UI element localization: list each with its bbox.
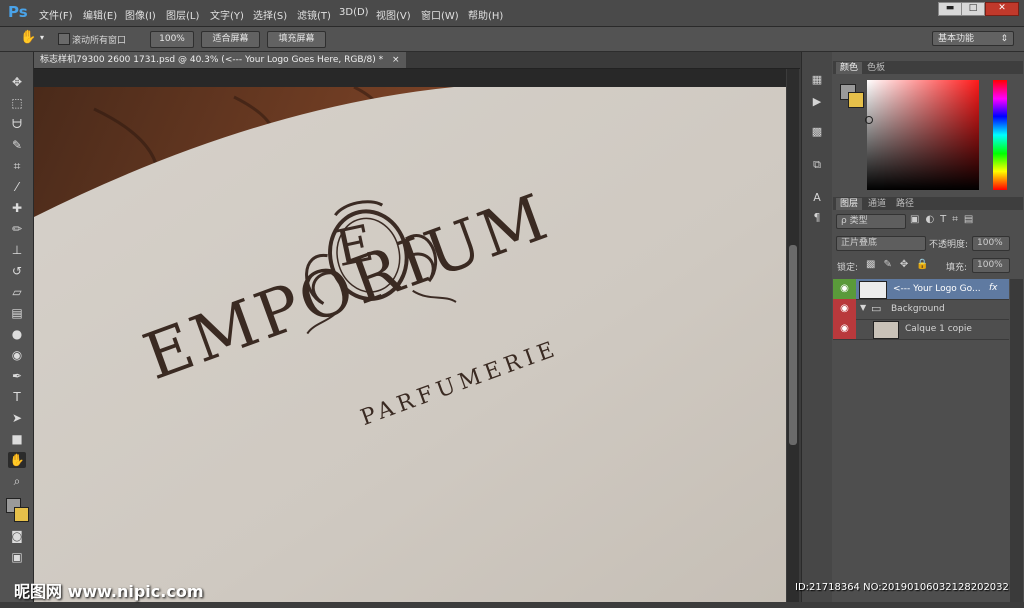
menu-view[interactable]: 视图(V) <box>376 7 411 22</box>
path-select-tool-icon[interactable]: ➤ <box>8 410 26 426</box>
layer-thumbnail <box>873 321 899 339</box>
document-tab-close-icon[interactable]: × <box>392 55 400 65</box>
menu-layer[interactable]: 图层(L) <box>166 7 199 22</box>
clone-stamp-tool-icon[interactable]: ⊥ <box>8 242 26 258</box>
color-picker-cursor <box>865 116 873 124</box>
scroll-all-windows-label: 滚动所有窗口 <box>72 36 127 46</box>
scroll-all-windows-checkbox[interactable] <box>58 33 70 45</box>
vertical-scrollbar-thumb[interactable] <box>789 245 797 445</box>
lasso-tool-icon[interactable]: ᗨ <box>8 116 26 132</box>
menu-select[interactable]: 选择(S) <box>253 7 287 22</box>
move-tool-icon[interactable]: ✥ <box>8 74 26 90</box>
shape-tool-icon[interactable]: ■ <box>8 431 26 447</box>
layer-effects-icon[interactable]: fx <box>989 283 998 293</box>
gradient-tool-icon[interactable]: ▤ <box>8 305 26 321</box>
history-panel-icon[interactable]: ▦ <box>809 72 825 88</box>
eyedropper-tool-icon[interactable]: ⁄ <box>8 179 26 195</box>
tool-preset-chevron-down-icon[interactable]: ▾ <box>40 33 44 42</box>
layer-row-calque[interactable]: ◉ Calque 1 copie <box>833 319 1009 340</box>
blend-mode-select[interactable]: 正片叠底 <box>836 236 926 251</box>
close-button[interactable]: ✕ <box>985 2 1019 16</box>
collapsed-panel-dock: ▦ ▶ ▩ ⧉ A ¶ <box>801 52 833 602</box>
clone-source-panel-icon[interactable]: ⧉ <box>809 157 825 173</box>
fill-label: 填充: <box>946 263 968 273</box>
tab-channels[interactable]: 通道 <box>864 198 890 210</box>
history-brush-tool-icon[interactable]: ↺ <box>8 263 26 279</box>
character-panel-icon[interactable]: A <box>809 190 825 206</box>
hand-tool-icon[interactable]: ✋ <box>20 30 36 45</box>
eraser-tool-icon[interactable]: ▱ <box>8 284 26 300</box>
color-field[interactable] <box>867 80 979 190</box>
menu-file[interactable]: 文件(F) <box>39 7 73 22</box>
menu-type[interactable]: 文字(Y) <box>210 7 244 22</box>
workspace-label: 基本功能 <box>938 34 975 44</box>
screen-mode-icon[interactable]: ▣ <box>8 549 26 565</box>
zoom-100-button[interactable]: 100% <box>150 31 194 48</box>
document-tab-bar: 标志样机79300 2600 1731.psd @ 40.3% (<--- Yo… <box>34 52 800 69</box>
healing-brush-tool-icon[interactable]: ✚ <box>8 200 26 216</box>
document-canvas[interactable]: E EMPORIUM PARFUMERIE <box>34 69 786 602</box>
layer-name: Calque 1 copie <box>905 324 972 334</box>
marquee-tool-icon[interactable]: ⬚ <box>8 95 26 111</box>
paragraph-panel-icon[interactable]: ¶ <box>809 210 825 226</box>
background-color-swatch[interactable] <box>14 507 29 522</box>
menu-filter[interactable]: 滤镜(T) <box>297 7 331 22</box>
menu-help[interactable]: 帮助(H) <box>468 7 503 22</box>
opacity-label: 不透明度: <box>929 240 969 250</box>
layers-scrollbar[interactable] <box>1010 279 1023 602</box>
crop-tool-icon[interactable]: ⌗ <box>8 158 26 174</box>
layer-filter-icons[interactable]: ▣◐T⌗▤ <box>910 214 979 225</box>
tab-color[interactable]: 颜色 <box>836 62 863 74</box>
properties-panel-icon[interactable]: ▩ <box>809 124 825 140</box>
tab-layers[interactable]: 图层 <box>836 198 863 210</box>
document-tab-title: 标志样机79300 2600 1731.psd @ 40.3% (<--- Yo… <box>40 55 384 65</box>
layer-row-logo[interactable]: ◉ <--- Your Logo Go... fx <box>833 279 1009 300</box>
brush-tool-icon[interactable]: ✏ <box>8 221 26 237</box>
quick-select-tool-icon[interactable]: ✎ <box>8 137 26 153</box>
type-tool-icon[interactable]: T <box>8 389 26 405</box>
document-tab[interactable]: 标志样机79300 2600 1731.psd @ 40.3% (<--- Yo… <box>34 52 406 68</box>
fill-screen-button[interactable]: 填充屏幕 <box>267 31 326 48</box>
image-id-watermark: ID:21718364 NO:20190106032128202032 <box>795 582 1009 593</box>
workspace-select[interactable]: 基本功能 ⇕ <box>932 31 1014 46</box>
menu-bar: Ps 文件(F) 编辑(E) 图像(I) 图层(L) 文字(Y) 选择(S) 滤… <box>0 0 1024 27</box>
layer-name: <--- Your Logo Go... <box>893 284 981 294</box>
zoom-tool-icon[interactable]: ⌕ <box>8 473 26 489</box>
quick-mask-icon[interactable]: ◙ <box>8 528 26 544</box>
dodge-tool-icon[interactable]: ◉ <box>8 347 26 363</box>
layer-row-background-group[interactable]: ◉ ▼ ▭ Background <box>833 299 1009 320</box>
lock-icons[interactable]: ▩✎✥🔒 <box>866 259 937 270</box>
fit-screen-button[interactable]: 适合屏幕 <box>201 31 260 48</box>
visibility-eye-icon[interactable]: ◉ <box>833 299 856 319</box>
blur-tool-icon[interactable]: ● <box>8 326 26 342</box>
lock-label: 锁定: <box>837 263 859 273</box>
photoshop-logo: Ps <box>8 3 28 21</box>
workspace-chevron-down-icon: ⇕ <box>1000 34 1008 44</box>
visibility-eye-icon[interactable]: ◉ <box>833 319 856 339</box>
pen-tool-icon[interactable]: ✒ <box>8 368 26 384</box>
layer-thumbnail <box>859 281 887 299</box>
folder-icon: ▭ <box>871 302 882 315</box>
group-expand-chevron-icon[interactable]: ▼ <box>860 303 866 312</box>
tools-panel: ✥ ⬚ ᗨ ✎ ⌗ ⁄ ✚ ✏ ⊥ ↺ ▱ ▤ ● ◉ ✒ T ➤ ■ ✋ ⌕ … <box>0 52 34 602</box>
menu-edit[interactable]: 编辑(E) <box>83 7 117 22</box>
layer-filter-select[interactable]: ρ 类型 <box>836 214 906 229</box>
fill-input[interactable]: 100% <box>972 258 1010 273</box>
menu-image[interactable]: 图像(I) <box>125 7 156 22</box>
tab-paths[interactable]: 路径 <box>892 198 918 210</box>
menu-3d[interactable]: 3D(D) <box>339 7 369 18</box>
minimize-button[interactable]: ▬ <box>938 2 962 16</box>
visibility-eye-icon[interactable]: ◉ <box>833 279 856 299</box>
site-watermark: 昵图网 www.nipic.com <box>14 582 204 601</box>
opacity-input[interactable]: 100% <box>972 236 1010 251</box>
hue-slider[interactable] <box>993 80 1007 190</box>
maximize-button[interactable]: □ <box>961 2 985 16</box>
options-bar: ✋ ▾ 滚动所有窗口 100% 适合屏幕 填充屏幕 基本功能 ⇕ <box>0 27 1024 52</box>
panel-background-swatch[interactable] <box>848 92 864 108</box>
hand-tool-icon[interactable]: ✋ <box>8 452 26 468</box>
layer-name: Background <box>891 304 945 314</box>
tab-swatches[interactable]: 色板 <box>863 62 889 74</box>
actions-panel-icon[interactable]: ▶ <box>809 94 825 110</box>
menu-window[interactable]: 窗口(W) <box>421 7 459 22</box>
